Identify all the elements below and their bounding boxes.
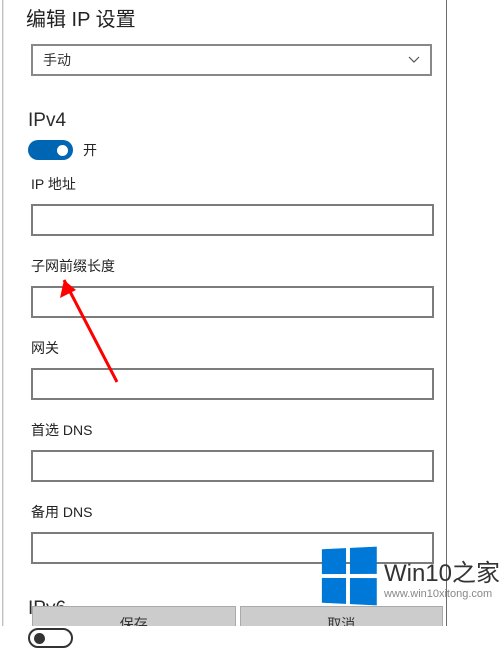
ip-address-input[interactable] <box>31 204 434 236</box>
mode-select[interactable]: 手动 <box>31 44 432 76</box>
alternate-dns-label: 备用 DNS <box>31 502 434 522</box>
ip-settings-dialog: 编辑 IP 设置 手动 IPv4 开 IP 地址 子网前缀长度 网关 首选 DN… <box>2 0 447 626</box>
preferred-dns-input[interactable] <box>31 450 434 482</box>
windows-logo-icon <box>322 547 377 606</box>
ipv4-toggle-label: 开 <box>83 140 97 160</box>
cancel-button[interactable]: 取消 <box>240 606 444 626</box>
ipv4-toggle[interactable] <box>28 140 73 160</box>
save-button[interactable]: 保存 <box>32 606 236 626</box>
watermark: Win10之家 www.win10xitong.com <box>320 548 500 604</box>
gateway-input[interactable] <box>31 368 434 400</box>
watermark-url: www.win10xitong.com <box>384 588 500 600</box>
ipv6-toggle[interactable] <box>28 628 73 648</box>
subnet-prefix-label: 子网前缀长度 <box>31 256 434 276</box>
preferred-dns-label: 首选 DNS <box>31 420 434 440</box>
dialog-title: 编辑 IP 设置 <box>4 0 446 44</box>
ipv4-heading: IPv4 <box>4 76 446 132</box>
watermark-brand: Win10之家 <box>384 553 500 588</box>
ip-address-label: IP 地址 <box>31 174 434 194</box>
subnet-prefix-input[interactable] <box>31 286 434 318</box>
chevron-down-icon <box>398 53 430 67</box>
gateway-label: 网关 <box>31 338 434 358</box>
mode-select-value: 手动 <box>33 50 398 70</box>
